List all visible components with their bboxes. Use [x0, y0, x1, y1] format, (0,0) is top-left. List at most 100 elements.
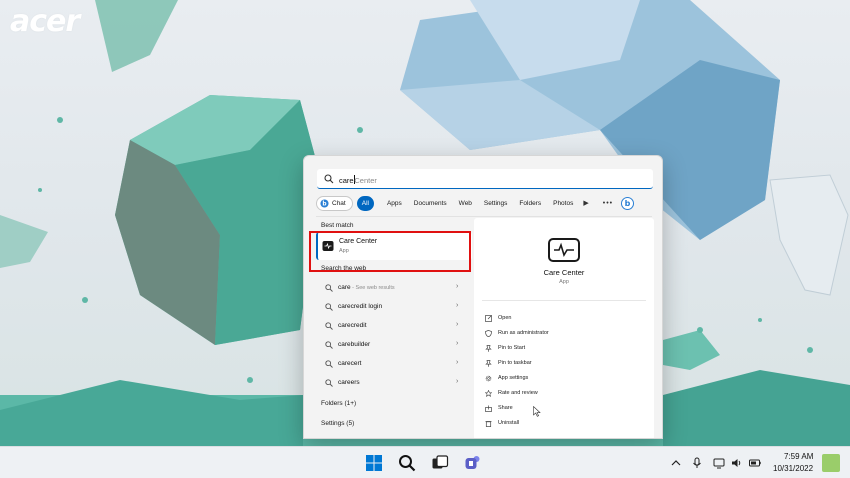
chevron-right-icon: › [456, 378, 459, 385]
action-run-as-admin[interactable]: Run as administrator [485, 327, 549, 339]
share-icon [485, 405, 492, 412]
web-result-item[interactable]: careers › [316, 374, 472, 392]
search-icon [325, 303, 333, 311]
web-result-text: carebuilder [338, 341, 371, 348]
search-query-text: care [339, 175, 354, 185]
shield-icon [485, 329, 492, 337]
more-options-button[interactable]: ••• [603, 200, 613, 207]
web-result-item[interactable]: carecredit login › [316, 298, 472, 316]
search-icon [325, 379, 333, 387]
web-result-item[interactable]: carecert › [316, 355, 472, 373]
action-app-settings[interactable]: App settings [485, 372, 528, 384]
teams-chat-icon[interactable] [464, 454, 482, 472]
task-view-icon[interactable] [431, 454, 449, 472]
web-result-item[interactable]: care - See web results › [316, 279, 472, 297]
more-filters-play-icon[interactable]: ▶ [583, 199, 588, 207]
tab-settings[interactable]: Settings [478, 200, 514, 207]
bing-chat-icon: b [320, 198, 329, 207]
mouse-cursor-icon [533, 406, 541, 417]
gear-icon [485, 375, 492, 381]
detail-app-title: Care Center [543, 268, 585, 277]
search-suggestion-text: Center [354, 175, 377, 185]
tab-folders[interactable]: Folders [513, 200, 547, 207]
results-list: Best match Care Center App Search the we… [316, 218, 472, 438]
clock-date[interactable]: 10/31/2022 [773, 464, 813, 473]
action-label: Pin to Start [498, 345, 526, 351]
chevron-right-icon: › [456, 340, 459, 347]
result-details-pane: Care Center App Open Run as administrato… [474, 218, 654, 438]
care-center-app-icon [322, 241, 334, 251]
search-filter-bar: b Chat All Apps Documents Web Settings F… [316, 195, 656, 211]
detail-divider [482, 300, 646, 301]
chevron-right-icon: › [456, 321, 459, 328]
action-label: Share [498, 405, 513, 411]
windows-start-icon[interactable] [365, 454, 383, 472]
web-result-text: carecredit [338, 322, 367, 329]
action-label: Uninstall [498, 420, 520, 426]
notification-avatar-icon[interactable] [822, 454, 840, 472]
action-pin-to-taskbar[interactable]: Pin to taskbar [485, 357, 532, 369]
search-web-heading: Search the web [321, 265, 367, 272]
action-open[interactable]: Open [485, 312, 511, 324]
action-uninstall[interactable]: Uninstall [485, 417, 519, 429]
start-search-panel: careCenter b Chat All Apps Documents Web… [303, 155, 663, 439]
action-label: Run as administrator [498, 330, 549, 336]
best-match-heading: Best match [321, 222, 354, 229]
clock-time[interactable]: 7:59 AM [784, 452, 813, 461]
search-icon [325, 341, 333, 349]
tab-apps[interactable]: Apps [381, 200, 408, 207]
action-label: Rate and review [498, 390, 538, 396]
search-icon [325, 284, 333, 292]
action-rate-and-review[interactable]: Rate and review [485, 387, 538, 399]
folders-group-heading[interactable]: Folders (1+) [321, 400, 356, 407]
microphone-icon[interactable] [691, 457, 703, 469]
taskbar-search-icon[interactable] [398, 454, 416, 472]
trash-icon [485, 420, 492, 427]
pin-icon [485, 359, 492, 367]
network-monitor-icon[interactable] [713, 457, 725, 469]
star-icon [485, 389, 492, 397]
chat-filter-button[interactable]: b Chat [316, 195, 353, 211]
web-result-text: care [338, 284, 351, 291]
volume-icon[interactable] [731, 457, 743, 469]
svg-text:b: b [625, 199, 631, 208]
action-label: App settings [498, 375, 529, 381]
all-filter-tab[interactable]: All [356, 195, 374, 211]
pin-icon [485, 344, 492, 352]
bing-icon[interactable]: b [621, 196, 635, 210]
action-pin-to-start[interactable]: Pin to Start [485, 342, 525, 354]
web-result-text: carecredit login [338, 303, 383, 310]
taskbar: 7:59 AM 10/31/2022 [0, 446, 850, 478]
detail-app-type: App [559, 279, 569, 285]
chevron-up-icon[interactable] [670, 457, 682, 469]
web-result-text: carecert [338, 360, 362, 367]
acer-logo: acer [10, 4, 80, 39]
best-match-type: App [339, 248, 349, 254]
chevron-right-icon: › [456, 359, 459, 366]
open-icon [485, 314, 492, 322]
tab-photos[interactable]: Photos [547, 200, 579, 207]
action-share[interactable]: Share [485, 402, 513, 414]
filter-divider [316, 216, 652, 217]
web-result-item[interactable]: carebuilder › [316, 336, 472, 354]
chevron-right-icon: › [456, 302, 459, 309]
best-match-result[interactable]: Care Center App [316, 232, 472, 260]
best-match-title: Care Center [339, 238, 378, 245]
web-result-item[interactable]: carecredit › [316, 317, 472, 335]
chevron-right-icon: › [456, 283, 459, 290]
action-label: Pin to taskbar [498, 360, 532, 366]
svg-text:b: b [322, 201, 326, 207]
search-icon [324, 173, 334, 183]
web-result-text: careers [338, 379, 360, 386]
action-label: Open [498, 315, 512, 321]
settings-group-heading[interactable]: Settings (5) [321, 420, 354, 427]
chat-filter-label: Chat [332, 199, 346, 207]
search-input[interactable]: careCenter [317, 169, 653, 189]
web-result-subtext: - See web results [350, 285, 395, 291]
tab-documents[interactable]: Documents [408, 200, 453, 207]
care-center-large-icon [548, 238, 580, 262]
search-icon [325, 322, 333, 330]
battery-icon[interactable] [749, 457, 761, 469]
search-icon [325, 360, 333, 368]
tab-web[interactable]: Web [453, 200, 478, 207]
